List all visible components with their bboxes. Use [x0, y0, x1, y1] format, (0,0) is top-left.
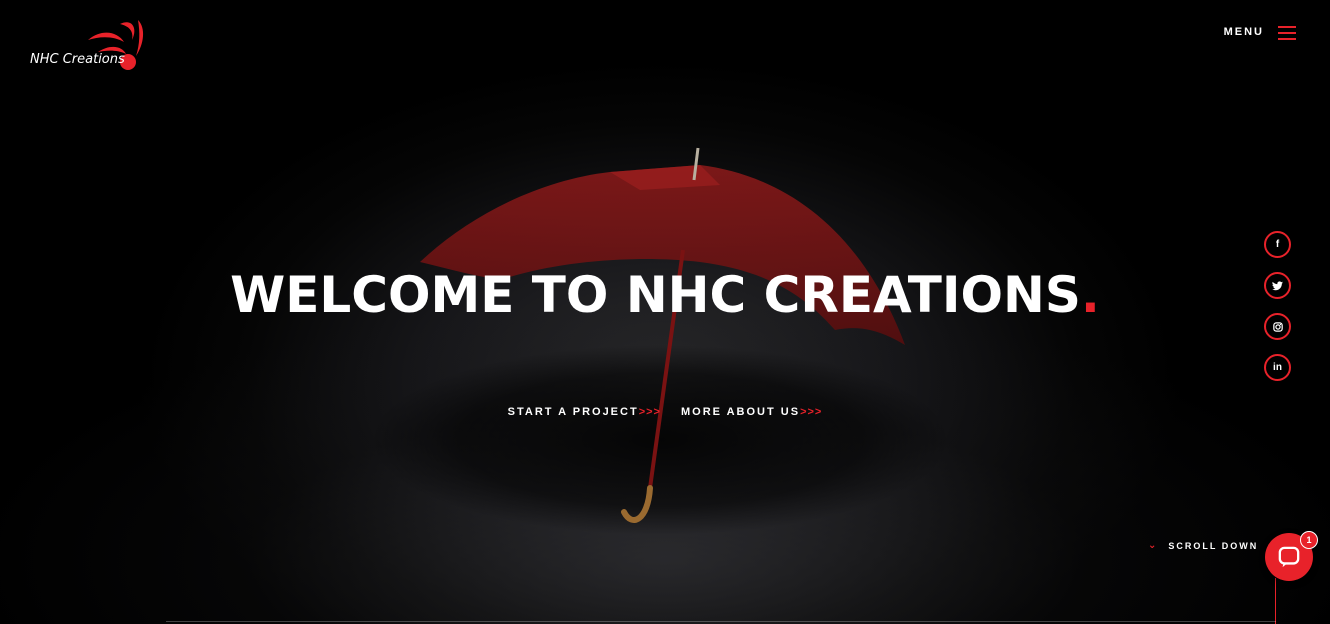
more-about-us-link[interactable]: MORE ABOUT US>>>: [681, 406, 822, 418]
hero-title-text: WELCOME TO NHC CREATIONS: [230, 266, 1081, 324]
logo-wordmark: NHC Creations: [30, 52, 125, 67]
chevrons-right-icon: >>>: [800, 406, 823, 418]
start-project-label: START A PROJECT: [507, 406, 639, 418]
hero-title-dot: .: [1080, 266, 1100, 324]
hamburger-icon: [1278, 24, 1296, 40]
chat-unread-badge: 1: [1300, 531, 1318, 549]
menu-label: MENU: [1223, 26, 1264, 38]
scroll-down-label: SCROLL DOWN: [1168, 540, 1259, 551]
hero-cta-group: START A PROJECT>>> MORE ABOUT US>>>: [0, 406, 1330, 418]
menu-button[interactable]: MENU: [1224, 24, 1296, 40]
facebook-icon[interactable]: f: [1264, 231, 1291, 258]
hero-section: NHC Creations MENU f in WELCOME TO NHC C…: [0, 0, 1330, 624]
hero-title: WELCOME TO NHC CREATIONS.: [0, 266, 1330, 324]
scroll-line-divider: [1275, 578, 1276, 624]
chevron-down-icon: ⌄: [1148, 540, 1159, 551]
chevrons-right-icon: >>>: [638, 406, 661, 418]
scroll-down-button[interactable]: ⌄ SCROLL DOWN: [1148, 540, 1258, 551]
linkedin-icon[interactable]: in: [1264, 354, 1291, 381]
start-project-link[interactable]: START A PROJECT>>>: [508, 406, 661, 418]
more-about-us-label: MORE ABOUT US: [680, 406, 801, 418]
brand-logo[interactable]: NHC Creations: [28, 18, 148, 74]
chat-bubble-icon: [1278, 546, 1300, 568]
